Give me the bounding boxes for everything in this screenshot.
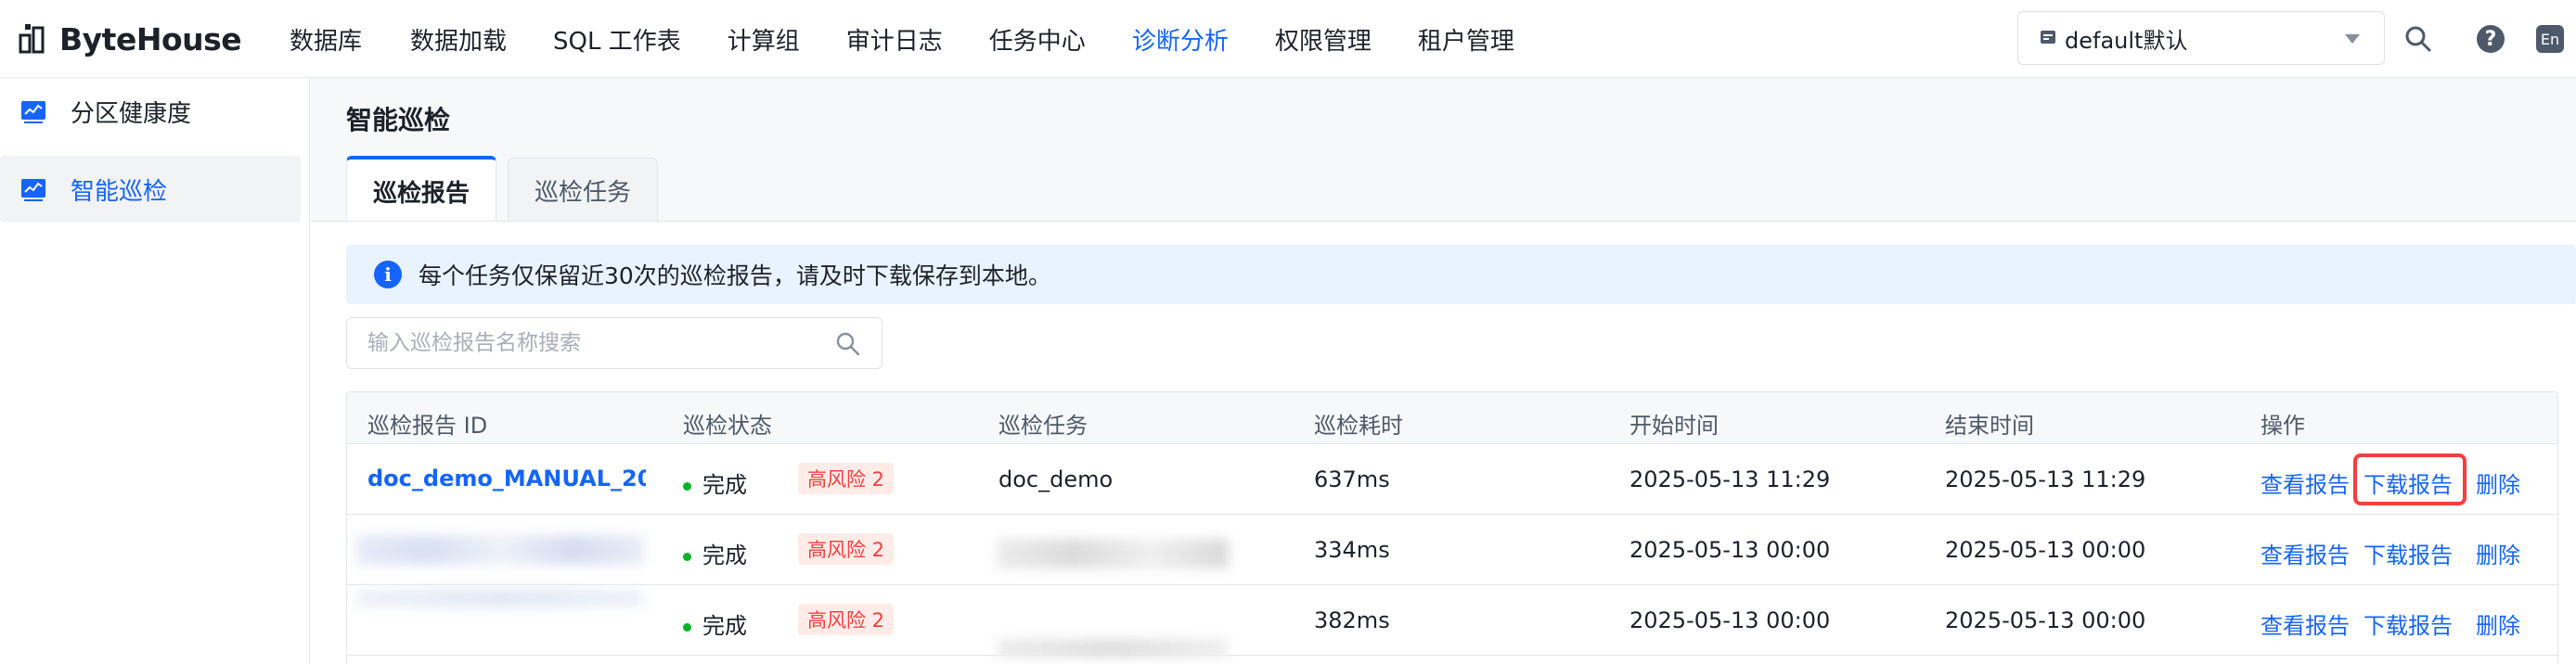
reports-table: 巡检报告 ID 巡检状态 巡检任务 巡检耗时 开始时间 结束时间 操作 doc_…	[346, 391, 2558, 664]
info-alert: i 每个任务仅保留近30次的巡检报告，请及时下载保存到本地。	[346, 245, 2576, 304]
sidebar-item-partition-health[interactable]: 分区健康度	[0, 78, 301, 145]
start-time-cell: 2025-05-13 00:00	[1629, 607, 1831, 633]
sidebar-item-label: 分区健康度	[71, 99, 192, 128]
nav-item-diagnostics[interactable]: 诊断分析	[1132, 22, 1229, 57]
logo-text: ByteHouse	[59, 20, 242, 57]
column-header-end-time: 结束时间	[1945, 413, 2034, 439]
nav-item-sql-worksheet[interactable]: SQL 工作表	[553, 22, 681, 57]
download-report-link[interactable]: 下载报告	[2363, 607, 2453, 640]
language-switch[interactable]: En	[2531, 20, 2569, 57]
redacted-report-id	[356, 589, 644, 607]
risk-badge: 高风险 2	[798, 533, 895, 565]
status-text: 完成	[702, 543, 747, 568]
column-header-report-id: 巡检报告 ID	[367, 413, 488, 439]
delete-report-link[interactable]: 删除	[2476, 537, 2520, 569]
status-dot-icon	[683, 622, 691, 632]
view-report-link[interactable]: 查看报告	[2260, 466, 2350, 499]
sidebar: 分区健康度 智能巡检	[0, 78, 310, 664]
search-icon[interactable]	[835, 331, 861, 357]
duration-cell: 334ms	[1314, 537, 1390, 563]
end-time-cell: 2025-05-13 00:00	[1945, 537, 2146, 563]
tenant-select-value: default默认	[2065, 27, 2188, 54]
column-header-task: 巡检任务	[998, 413, 1088, 439]
nav-item-permissions[interactable]: 权限管理	[1275, 22, 1372, 57]
risk-badge: 高风险 2	[798, 604, 895, 635]
status-text: 完成	[702, 472, 747, 498]
tab-bar: 巡检报告 巡检任务	[346, 156, 669, 223]
duration-cell: 382ms	[1314, 607, 1390, 633]
nav-item-data-loading[interactable]: 数据加载	[410, 22, 507, 57]
end-time-cell: 2025-05-13 00:00	[1945, 607, 2146, 633]
info-icon: i	[374, 261, 402, 288]
language-icon: En	[2536, 25, 2564, 53]
table-row: 完成 高风险 2 334ms 2025-05-13 00:00 2025-05-…	[347, 515, 2557, 585]
task-cell: doc_demo	[998, 466, 1114, 492]
nav-item-task-center[interactable]: 任务中心	[989, 22, 1086, 57]
bytehouse-logo[interactable]: ByteHouse	[17, 20, 242, 57]
search-button[interactable]	[2400, 20, 2437, 57]
table-row: doc_demo_MANUAL_2025 完成 高风险 2 doc_demo 6…	[347, 444, 2557, 515]
end-time-cell: 2025-05-13 11:29	[1945, 466, 2146, 492]
tenant-select[interactable]: default默认	[2017, 11, 2385, 65]
main-nav: 数据库 数据加载 SQL 工作表 计算组 审计日志 任务中心 诊断分析 权限管理…	[290, 0, 1514, 78]
status-cell: 完成	[683, 607, 747, 640]
view-report-link[interactable]: 查看报告	[2260, 607, 2350, 640]
report-id-link[interactable]: doc_demo_MANUAL_2025	[367, 466, 646, 492]
nav-item-audit-log[interactable]: 审计日志	[846, 22, 943, 57]
top-header: ByteHouse 数据库 数据加载 SQL 工作表 计算组 审计日志 任务中心…	[0, 0, 2576, 78]
delete-report-link[interactable]: 删除	[2476, 466, 2520, 499]
delete-report-link[interactable]: 删除	[2476, 607, 2520, 640]
bytehouse-logo-icon	[19, 24, 45, 54]
database-icon	[2041, 31, 2055, 44]
tab-inspection-reports[interactable]: 巡检报告	[346, 156, 497, 223]
redacted-report-id	[356, 535, 644, 565]
column-header-start-time: 开始时间	[1629, 413, 1719, 439]
search-icon	[2405, 26, 2431, 52]
column-header-actions: 操作	[2260, 413, 2305, 439]
help-icon: ?	[2477, 25, 2505, 53]
search-input[interactable]	[367, 331, 813, 355]
table-row: 完成 高风险 2 382ms 2025-05-13 00:00 2025-05-…	[347, 585, 2557, 658]
column-header-duration: 巡检耗时	[1314, 413, 1403, 439]
sidebar-item-label: 智能巡检	[71, 177, 168, 206]
main-content: 智能巡检 巡检报告 巡检任务 i 每个任务仅保留近30次的巡检报告，请及时下载保…	[311, 78, 2576, 664]
nav-item-compute-group[interactable]: 计算组	[728, 22, 800, 57]
download-report-link[interactable]: 下载报告	[2363, 466, 2453, 499]
start-time-cell: 2025-05-13 00:00	[1629, 537, 1831, 563]
duration-cell: 637ms	[1314, 466, 1390, 492]
sidebar-item-smart-inspection[interactable]: 智能巡检	[0, 156, 301, 223]
status-cell: 完成	[683, 466, 747, 499]
table-header: 巡检报告 ID 巡检状态 巡检任务 巡检耗时 开始时间 结束时间 操作	[347, 392, 2557, 444]
alert-text: 每个任务仅保留近30次的巡检报告，请及时下载保存到本地。	[419, 262, 1051, 289]
download-report-link[interactable]: 下载报告	[2363, 537, 2453, 569]
start-time-cell: 2025-05-13 11:29	[1629, 466, 1831, 492]
status-text: 完成	[702, 613, 747, 639]
chevron-down-icon	[2345, 34, 2360, 44]
status-dot-icon	[683, 552, 691, 561]
column-header-status: 巡检状态	[683, 413, 772, 439]
risk-badge: 高风险 2	[798, 463, 895, 494]
view-report-link[interactable]: 查看报告	[2260, 537, 2350, 569]
tab-inspection-tasks[interactable]: 巡检任务	[508, 158, 659, 223]
redacted-task	[997, 639, 1229, 658]
redacted-task	[997, 539, 1229, 568]
report-search	[346, 317, 882, 369]
nav-item-database[interactable]: 数据库	[290, 22, 362, 57]
chart-monitor-icon	[21, 101, 45, 123]
page-title: 智能巡检	[346, 105, 451, 135]
status-dot-icon	[683, 481, 691, 491]
chart-monitor-icon	[21, 179, 45, 201]
status-cell: 完成	[683, 537, 747, 569]
nav-item-tenant-management[interactable]: 租户管理	[1418, 22, 1514, 57]
help-button[interactable]: ?	[2472, 20, 2509, 57]
